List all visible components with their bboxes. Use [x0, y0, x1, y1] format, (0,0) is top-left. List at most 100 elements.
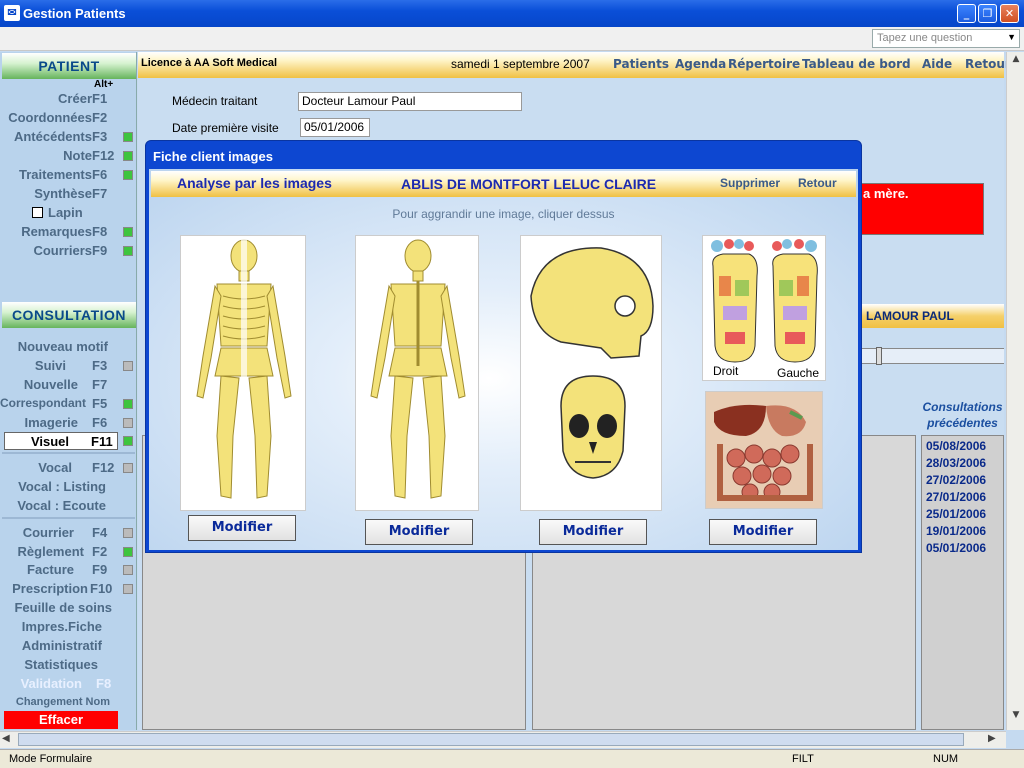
consultation-date[interactable]: 19/01/2006: [926, 524, 1006, 541]
maximize-button[interactable]: ❐: [978, 4, 997, 23]
lapin-checkbox[interactable]: Lapin: [0, 204, 136, 223]
menu-item-nouvelle[interactable]: Nouvelle F7: [0, 376, 136, 395]
status-indicator: [123, 151, 133, 161]
skeleton-front-image[interactable]: [180, 235, 306, 511]
window-titlebar: ✉ Gestion Patients _ ❐ ✕: [0, 0, 1024, 27]
consultation-date[interactable]: 27/01/2006: [926, 490, 1006, 507]
horizontal-scrollbar[interactable]: ◀ ▶: [0, 731, 1006, 748]
menu-item-vocal[interactable]: Vocal F12: [0, 459, 136, 478]
menu-item-label: Nouvelle: [23, 377, 78, 392]
menu-item-label: Vocal: [38, 460, 72, 475]
menu-item-synthese[interactable]: Synthèse F7: [0, 185, 136, 204]
window-title: Gestion Patients: [23, 6, 126, 21]
menu-item-key: F4: [92, 525, 108, 540]
menu-item-key: F7: [92, 186, 108, 201]
menu-item-imagerie[interactable]: Imagerie F6: [0, 414, 136, 433]
consultation-date[interactable]: 28/03/2006: [926, 456, 1006, 473]
consultation-section-title: CONSULTATION: [2, 302, 136, 328]
menu-item-label: Administratif: [21, 638, 102, 653]
menu-item-courrier[interactable]: Courrier F4: [0, 524, 136, 543]
slider-thumb[interactable]: [876, 347, 882, 365]
modify-button-4[interactable]: Modifier: [709, 519, 817, 545]
menu-item-key: F6: [92, 415, 108, 430]
menu-item-key: F8: [92, 224, 108, 239]
scroll-up-icon[interactable]: ▲: [1009, 54, 1023, 68]
menu-item-key: F2: [92, 110, 108, 125]
effacer-button[interactable]: Effacer: [4, 711, 118, 729]
nav-aide[interactable]: Aide: [922, 57, 952, 71]
menu-item-statistiques[interactable]: Statistiques: [0, 656, 136, 675]
digestive-system-image[interactable]: [705, 391, 823, 509]
minimize-button[interactable]: _: [957, 4, 976, 23]
menu-item-vocal-ecoute[interactable]: Vocal : Ecoute: [0, 497, 136, 516]
consultation-date[interactable]: 05/01/2006: [926, 541, 1006, 558]
status-num: NUM: [933, 753, 959, 765]
menu-bar: [0, 27, 1024, 51]
menu-item-reglement[interactable]: Règlement F2: [0, 543, 136, 562]
consultation-date[interactable]: 25/01/2006: [926, 507, 1006, 524]
return-button[interactable]: Retour: [798, 176, 837, 190]
consultation-date[interactable]: 27/02/2006: [926, 473, 1006, 490]
nav-repertoire[interactable]: Répertoire: [728, 57, 800, 71]
menu-item-vocal-listing[interactable]: Vocal : Listing: [0, 478, 136, 497]
menu-item-label: Lapin: [48, 205, 83, 220]
enlarge-hint: Pour aggrandir une image, cliquer dessus: [392, 207, 615, 221]
menu-item-validation[interactable]: Validation F8: [0, 675, 136, 694]
menu-item-correspondant[interactable]: Correspondant F5: [0, 395, 136, 414]
menu-item-courriers[interactable]: Courriers F9: [0, 242, 136, 261]
nav-retour[interactable]: Retour: [965, 57, 1011, 71]
menu-item-key: F2: [92, 544, 108, 559]
divider: [2, 452, 135, 454]
menu-item-nouveau-motif[interactable]: Nouveau motif: [0, 338, 136, 357]
skull-image[interactable]: [520, 235, 662, 511]
menu-item-remarques[interactable]: Remarques F8: [0, 223, 136, 242]
nav-agenda[interactable]: Agenda: [675, 57, 726, 71]
menu-item-label: Note: [63, 148, 92, 163]
modify-button-2[interactable]: Modifier: [365, 519, 473, 545]
menu-item-coordonnees[interactable]: Coordonnées F2: [0, 109, 136, 128]
menu-item-traitements[interactable]: Traitements F6: [0, 166, 136, 185]
menu-item-label: Vocal : Ecoute: [17, 498, 106, 513]
close-button[interactable]: ✕: [1000, 4, 1019, 23]
question-placeholder: Tapez une question: [877, 32, 973, 44]
checkbox-icon[interactable]: [32, 207, 43, 218]
modify-button-1[interactable]: Modifier: [188, 515, 296, 541]
nav-patients[interactable]: Patients: [613, 57, 669, 71]
menu-item-prescription[interactable]: Prescription F10: [0, 580, 136, 599]
menu-item-administratif[interactable]: Administratif: [0, 637, 136, 656]
scroll-right-icon[interactable]: ▶: [988, 733, 1002, 747]
menu-item-visuel[interactable]: Visuel F11: [4, 432, 118, 450]
menu-item-impres-fiche[interactable]: Impres.Fiche: [0, 618, 136, 637]
consultation-date[interactable]: 05/08/2006: [926, 439, 1006, 456]
menu-item-note[interactable]: Note F12: [0, 147, 136, 166]
medecin-field[interactable]: Docteur Lamour Paul: [298, 92, 522, 111]
vertical-scrollbar[interactable]: ▲ ▼: [1006, 52, 1024, 730]
menu-item-key: F1: [92, 91, 108, 106]
patient-section-title: PATIENT: [2, 53, 136, 79]
delete-button[interactable]: Supprimer: [720, 176, 780, 190]
menu-item-facture[interactable]: Facture F9: [0, 561, 136, 580]
dialog-heading: Analyse par les images: [177, 175, 332, 191]
chevron-down-icon[interactable]: ▼: [1007, 32, 1016, 42]
skeleton-back-image[interactable]: [355, 235, 479, 511]
status-indicator: [123, 132, 133, 142]
menu-item-label: Impres.Fiche: [21, 619, 102, 634]
date-first-visit-field[interactable]: 05/01/2006: [300, 118, 370, 137]
scroll-left-icon[interactable]: ◀: [2, 733, 16, 747]
status-indicator: [123, 547, 133, 557]
status-indicator: [123, 528, 133, 538]
scroll-thumb[interactable]: [18, 733, 964, 746]
menu-item-key: F11: [91, 434, 113, 449]
menu-item-feuille-de-soins[interactable]: Feuille de soins: [0, 599, 136, 618]
nav-tableau-de-bord[interactable]: Tableau de bord: [802, 57, 911, 71]
current-date: samedi 1 septembre 2007: [451, 57, 590, 71]
menu-item-label: Courriers: [33, 243, 92, 258]
menu-item-suivi[interactable]: Suivi F3: [0, 357, 136, 376]
timeline-slider[interactable]: [860, 347, 1004, 365]
menu-item-creer[interactable]: Créer F1: [0, 90, 136, 109]
question-input[interactable]: Tapez une question ▼: [872, 29, 1020, 48]
menu-item-antecedents[interactable]: Antécédents F3: [0, 128, 136, 147]
scroll-down-icon[interactable]: ▼: [1009, 710, 1023, 724]
foot-reflexology-image[interactable]: Droit Gauche: [702, 235, 826, 381]
modify-button-3[interactable]: Modifier: [539, 519, 647, 545]
